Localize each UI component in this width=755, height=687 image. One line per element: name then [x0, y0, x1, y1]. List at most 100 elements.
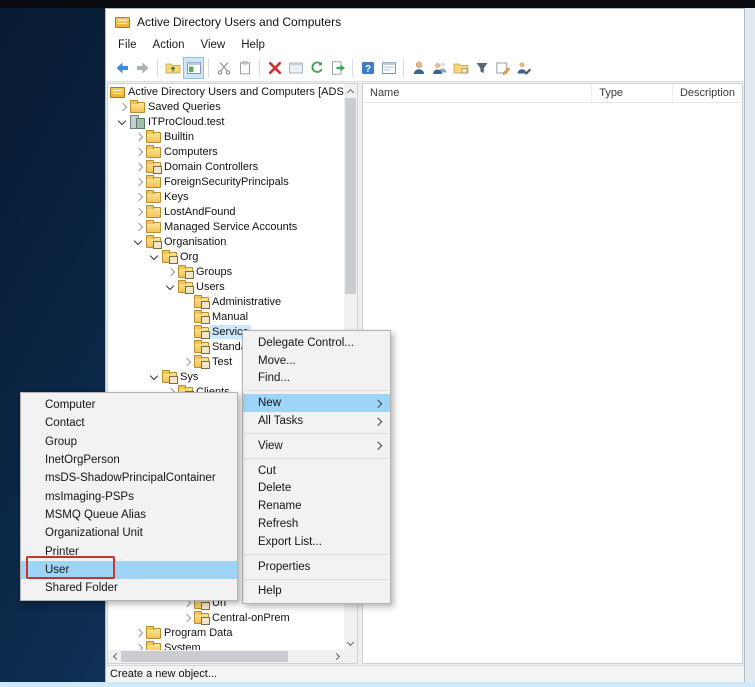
tree-item-domain-controllers[interactable]: Domain Controllers — [108, 159, 344, 174]
scroll-right-icon[interactable] — [331, 650, 344, 663]
menu-item-all-tasks[interactable]: All Tasks — [243, 412, 390, 430]
pencil-window-icon — [495, 60, 511, 76]
properties-button[interactable] — [285, 57, 306, 79]
tree-item-users[interactable]: Users — [108, 279, 344, 294]
delete-button[interactable] — [264, 57, 285, 79]
expander-spacer — [180, 294, 194, 309]
chevron-right-icon[interactable] — [132, 144, 146, 159]
chevron-down-icon[interactable] — [132, 234, 146, 249]
tree-item-aduc-root[interactable]: Active Directory Users and Computers [AD… — [108, 84, 344, 99]
column-header-name[interactable]: Name — [363, 84, 592, 102]
menu-item-rename[interactable]: Rename — [243, 497, 390, 515]
filter-button[interactable] — [471, 57, 492, 79]
chevron-right-icon[interactable] — [132, 625, 146, 640]
menu-item-help[interactable]: Help — [243, 583, 390, 601]
submenu-item-contact[interactable]: Contact — [21, 414, 237, 432]
ou-folder-icon — [178, 267, 193, 278]
submenu-item-organizational-unit[interactable]: Organizational Unit — [21, 524, 237, 542]
tree-item-program-data[interactable]: Program Data — [108, 625, 344, 640]
tree-item-lostandfound[interactable]: LostAndFound — [108, 204, 344, 219]
tree-item-central-onprem[interactable]: Central-onPrem — [108, 610, 344, 625]
create-group-button[interactable] — [429, 57, 450, 79]
tree-item-managed-service-accounts[interactable]: Managed Service Accounts — [108, 219, 344, 234]
horizontal-scroll-thumb[interactable] — [121, 651, 288, 662]
tree-horizontal-scrollbar[interactable] — [108, 650, 344, 663]
menu-item-new[interactable]: New — [243, 394, 390, 412]
menu-item-find[interactable]: Find... — [243, 370, 390, 388]
submenu-item-group[interactable]: Group — [21, 433, 237, 451]
tree-item-foreignsecurityprincipals[interactable]: ForeignSecurityPrincipals — [108, 174, 344, 189]
submenu-item-inetorgperson[interactable]: InetOrgPerson — [21, 451, 237, 469]
chevron-down-icon[interactable] — [164, 279, 178, 294]
submenu-item-msmq-queue-alias[interactable]: MSMQ Queue Alias — [21, 506, 237, 524]
menu-help[interactable]: Help — [233, 37, 273, 53]
chevron-right-icon[interactable] — [164, 264, 178, 279]
chevron-down-icon[interactable] — [148, 369, 162, 384]
property-sheet-button[interactable] — [378, 57, 399, 79]
menu-action[interactable]: Action — [145, 37, 193, 53]
column-header-description[interactable]: Description — [673, 84, 742, 102]
cut-button[interactable] — [213, 57, 234, 79]
scroll-left-icon[interactable] — [108, 650, 121, 663]
tree-item-administrative[interactable]: Administrative — [108, 294, 344, 309]
tree-item-org[interactable]: Org — [108, 249, 344, 264]
chevron-right-icon[interactable] — [132, 129, 146, 144]
menu-view[interactable]: View — [193, 37, 234, 53]
chevron-right-icon[interactable] — [132, 174, 146, 189]
tree-item-organisation[interactable]: Organisation — [108, 234, 344, 249]
create-ou-button[interactable] — [450, 57, 471, 79]
chevron-right-icon[interactable] — [180, 354, 194, 369]
back-button[interactable] — [111, 57, 132, 79]
submenu-item-msimaging-psps[interactable]: msImaging-PSPs — [21, 487, 237, 505]
chevron-right-icon[interactable] — [132, 204, 146, 219]
chevron-down-icon[interactable] — [116, 114, 130, 129]
tree-item-computers[interactable]: Computers — [108, 144, 344, 159]
tree-item-builtin[interactable]: Builtin — [108, 129, 344, 144]
tree-item-itprocloud-test[interactable]: ITProCloud.test — [108, 114, 344, 129]
tree-item-manual[interactable]: Manual — [108, 309, 344, 324]
chevron-right-icon[interactable] — [132, 219, 146, 234]
edit-properties-button[interactable] — [492, 57, 513, 79]
menu-item-move[interactable]: Move... — [243, 352, 390, 370]
tree-item-label: Central-onPrem — [210, 611, 292, 625]
ou-folder-icon — [194, 297, 209, 308]
menu-item-properties[interactable]: Properties — [243, 558, 390, 576]
submenu-item-msds-shadowprincipalcontainer[interactable]: msDS-ShadowPrincipalContainer — [21, 469, 237, 487]
menu-item-cut[interactable]: Cut — [243, 462, 390, 480]
chevron-right-icon[interactable] — [132, 189, 146, 204]
vertical-scroll-thumb[interactable] — [345, 98, 356, 294]
tree-item-system[interactable]: System — [108, 640, 344, 650]
show-console-tree-button[interactable] — [183, 57, 204, 79]
menu-file[interactable]: File — [110, 37, 145, 53]
menu-item-view[interactable]: View — [243, 437, 390, 455]
menu-item-delegate-control[interactable]: Delegate Control... — [243, 334, 390, 352]
chevron-right-icon[interactable] — [180, 610, 194, 625]
paste-button[interactable] — [234, 57, 255, 79]
help-button[interactable]: ? — [357, 57, 378, 79]
toolbar: ? — [106, 54, 744, 82]
chevron-right-icon[interactable] — [132, 159, 146, 174]
export-list-button[interactable] — [327, 57, 348, 79]
refresh-button[interactable] — [306, 57, 327, 79]
submenu-item-computer[interactable]: Computer — [21, 396, 237, 414]
chevron-down-icon[interactable] — [148, 249, 162, 264]
submenu-item-shared-folder[interactable]: Shared Folder — [21, 579, 237, 597]
tree-item-keys[interactable]: Keys — [108, 189, 344, 204]
chevron-right-icon[interactable] — [116, 99, 130, 114]
menu-item-export-list[interactable]: Export List... — [243, 533, 390, 551]
delegate-control-button[interactable] — [513, 57, 534, 79]
create-user-button[interactable] — [408, 57, 429, 79]
up-one-level-button[interactable] — [162, 57, 183, 79]
tree-item-groups[interactable]: Groups — [108, 264, 344, 279]
ou-folder-icon — [194, 327, 209, 338]
scroll-up-icon[interactable] — [344, 84, 357, 97]
menu-item-delete[interactable]: Delete — [243, 480, 390, 498]
forward-button[interactable] — [132, 57, 153, 79]
column-header-type[interactable]: Type — [592, 84, 673, 102]
scroll-down-icon[interactable] — [344, 637, 357, 650]
expander-spacer — [180, 339, 194, 354]
folder-icon — [146, 222, 161, 233]
chevron-right-icon[interactable] — [132, 640, 146, 650]
tree-item-saved-queries[interactable]: Saved Queries — [108, 99, 344, 114]
menu-item-refresh[interactable]: Refresh — [243, 515, 390, 533]
